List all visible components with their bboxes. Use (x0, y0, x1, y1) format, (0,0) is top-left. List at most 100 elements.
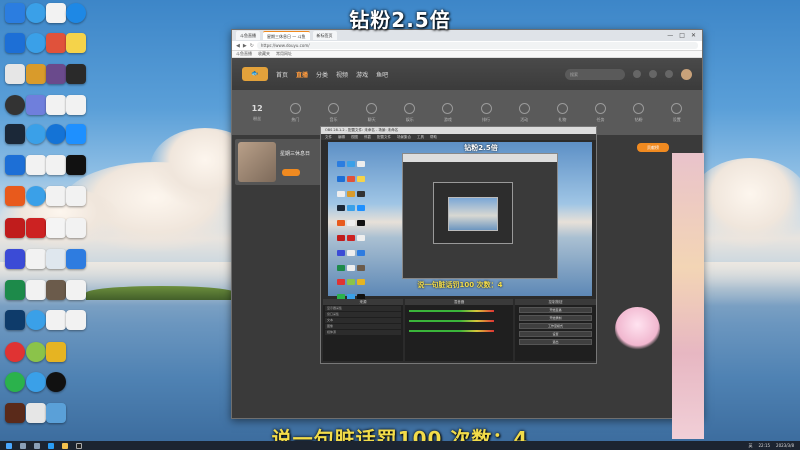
input-language[interactable]: 英 (749, 443, 753, 449)
desktop-icon[interactable] (26, 249, 46, 269)
desktop-icon[interactable] (5, 124, 25, 144)
bookmark-item[interactable]: 斗鱼直播 (236, 51, 252, 57)
desktop-icon[interactable] (26, 95, 46, 115)
feature-fans[interactable]: 12 粉丝 (252, 104, 263, 122)
close-button[interactable]: ✕ (691, 32, 696, 39)
forward-icon[interactable]: ▶ (243, 43, 247, 49)
nav-item-category[interactable]: 分类 (316, 70, 328, 79)
source-item[interactable]: 媒体源 (325, 330, 401, 335)
desktop-icon[interactable] (5, 342, 25, 362)
obs-menu-tools[interactable]: 工具 (417, 134, 424, 140)
feature-item[interactable]: 设置 (671, 102, 683, 123)
bookmark-item[interactable]: 常用网址 (276, 51, 292, 57)
desktop-icon[interactable] (66, 186, 86, 206)
desktop-icon[interactable] (5, 64, 25, 84)
desktop-icon[interactable] (46, 186, 66, 206)
start-streaming-button[interactable]: 开始直播 (519, 307, 592, 313)
start-icon[interactable] (6, 442, 12, 449)
desktop-icon[interactable] (26, 310, 46, 330)
desktop-icon[interactable] (46, 218, 66, 238)
obs-menu-help[interactable]: 帮助 (430, 134, 437, 140)
feature-item[interactable]: 排行 (480, 102, 492, 123)
bookmark-item[interactable]: 收藏夹 (258, 51, 270, 57)
desktop-icon[interactable] (26, 280, 46, 300)
follow-button[interactable] (282, 169, 300, 176)
feature-item[interactable]: 音乐 (327, 102, 339, 123)
feature-item[interactable]: 娱乐 (404, 102, 416, 123)
desktop-icon[interactable] (66, 218, 86, 238)
desktop-icon[interactable] (5, 249, 25, 269)
site-logo[interactable]: 🐟 (242, 67, 268, 81)
nav-item-live[interactable]: 直播 (296, 70, 308, 79)
back-icon[interactable]: ◀ (236, 43, 240, 49)
desktop-icon[interactable] (66, 95, 86, 115)
obs-preview-canvas[interactable]: 钻粉2.5倍 说一句脏话罚100 次数：4 (328, 142, 592, 301)
desktop-icon[interactable] (26, 218, 46, 238)
desktop-icon[interactable] (26, 403, 46, 423)
edge-icon[interactable] (48, 442, 54, 449)
desktop-icon[interactable] (46, 372, 66, 392)
desktop-icon[interactable] (26, 64, 46, 84)
obs-menu-view[interactable]: 视图 (351, 134, 358, 140)
desktop-icon[interactable] (46, 124, 66, 144)
nav-item-video[interactable]: 视频 (336, 70, 348, 79)
desktop-icon[interactable] (5, 218, 25, 238)
obs-icon[interactable] (76, 442, 82, 449)
maximize-button[interactable]: □ (679, 32, 685, 39)
source-item[interactable]: 图像 (325, 324, 401, 329)
desktop-icon[interactable] (5, 403, 25, 423)
desktop-icon[interactable] (66, 280, 86, 300)
desktop-icon[interactable] (46, 403, 66, 423)
feature-item[interactable]: 游戏 (442, 102, 454, 123)
obs-menu-file[interactable]: 文件 (325, 134, 332, 140)
avatar[interactable] (681, 68, 692, 80)
url-input[interactable]: https://www.douyu.com/ (256, 42, 698, 49)
history-icon[interactable] (633, 70, 641, 78)
obs-menu-profile[interactable]: 配置文件 (377, 134, 391, 140)
feature-item[interactable]: 钻粉 (633, 102, 645, 123)
desktop-icon[interactable] (46, 64, 66, 84)
feature-item[interactable]: 礼物 (556, 102, 568, 123)
desktop-icon[interactable] (26, 33, 46, 53)
nav-item-games[interactable]: 游戏 (356, 70, 368, 79)
desktop-icon[interactable] (46, 280, 66, 300)
desktop-icon[interactable] (46, 342, 66, 362)
desktop-icon[interactable] (5, 372, 25, 392)
desktop-icon[interactable] (26, 342, 46, 362)
desktop-icon[interactable] (66, 310, 86, 330)
studio-mode-button[interactable]: 工作室模式 (519, 323, 592, 329)
settings-button[interactable]: 设置 (519, 331, 592, 337)
explorer-icon[interactable] (62, 442, 68, 449)
desktop-icon[interactable] (5, 310, 25, 330)
desktop-icon[interactable] (26, 155, 46, 175)
exit-button[interactable]: 退出 (519, 339, 592, 345)
message-icon[interactable] (665, 70, 673, 78)
desktop-icon[interactable] (5, 280, 25, 300)
clock-date[interactable]: 2023/3/8 (776, 443, 794, 448)
search-icon[interactable] (20, 442, 26, 449)
desktop-icon[interactable] (5, 33, 25, 53)
site-search-input[interactable]: 搜索 (565, 68, 625, 80)
clock-time[interactable]: 22:15 (759, 443, 771, 448)
desktop-icon[interactable] (5, 155, 25, 175)
desktop-icon[interactable] (26, 124, 46, 144)
source-item[interactable]: 显示器采集 (325, 306, 401, 311)
follow-icon[interactable] (649, 70, 657, 78)
obs-menu-docks[interactable]: 停靠 (364, 134, 371, 140)
desktop-icon[interactable] (66, 64, 86, 84)
desktop-icon[interactable] (66, 33, 86, 53)
feature-item[interactable]: 任务 (594, 102, 606, 123)
nav-item-forum[interactable]: 鱼吧 (376, 70, 388, 79)
desktop-icon[interactable] (26, 372, 46, 392)
desktop-icon[interactable] (46, 310, 66, 330)
taskview-icon[interactable] (34, 442, 40, 449)
contribution-tab[interactable]: 贡献榜 (637, 143, 669, 152)
desktop-icon[interactable] (26, 186, 46, 206)
minimize-button[interactable]: — (667, 32, 673, 39)
desktop-icon[interactable] (46, 155, 66, 175)
desktop-icon[interactable] (46, 95, 66, 115)
obs-menu-scenes[interactable]: 场景集合 (397, 134, 411, 140)
streamer-avatar[interactable] (238, 142, 276, 182)
desktop-icon[interactable] (66, 249, 86, 269)
nav-item-home[interactable]: 首页 (276, 70, 288, 79)
